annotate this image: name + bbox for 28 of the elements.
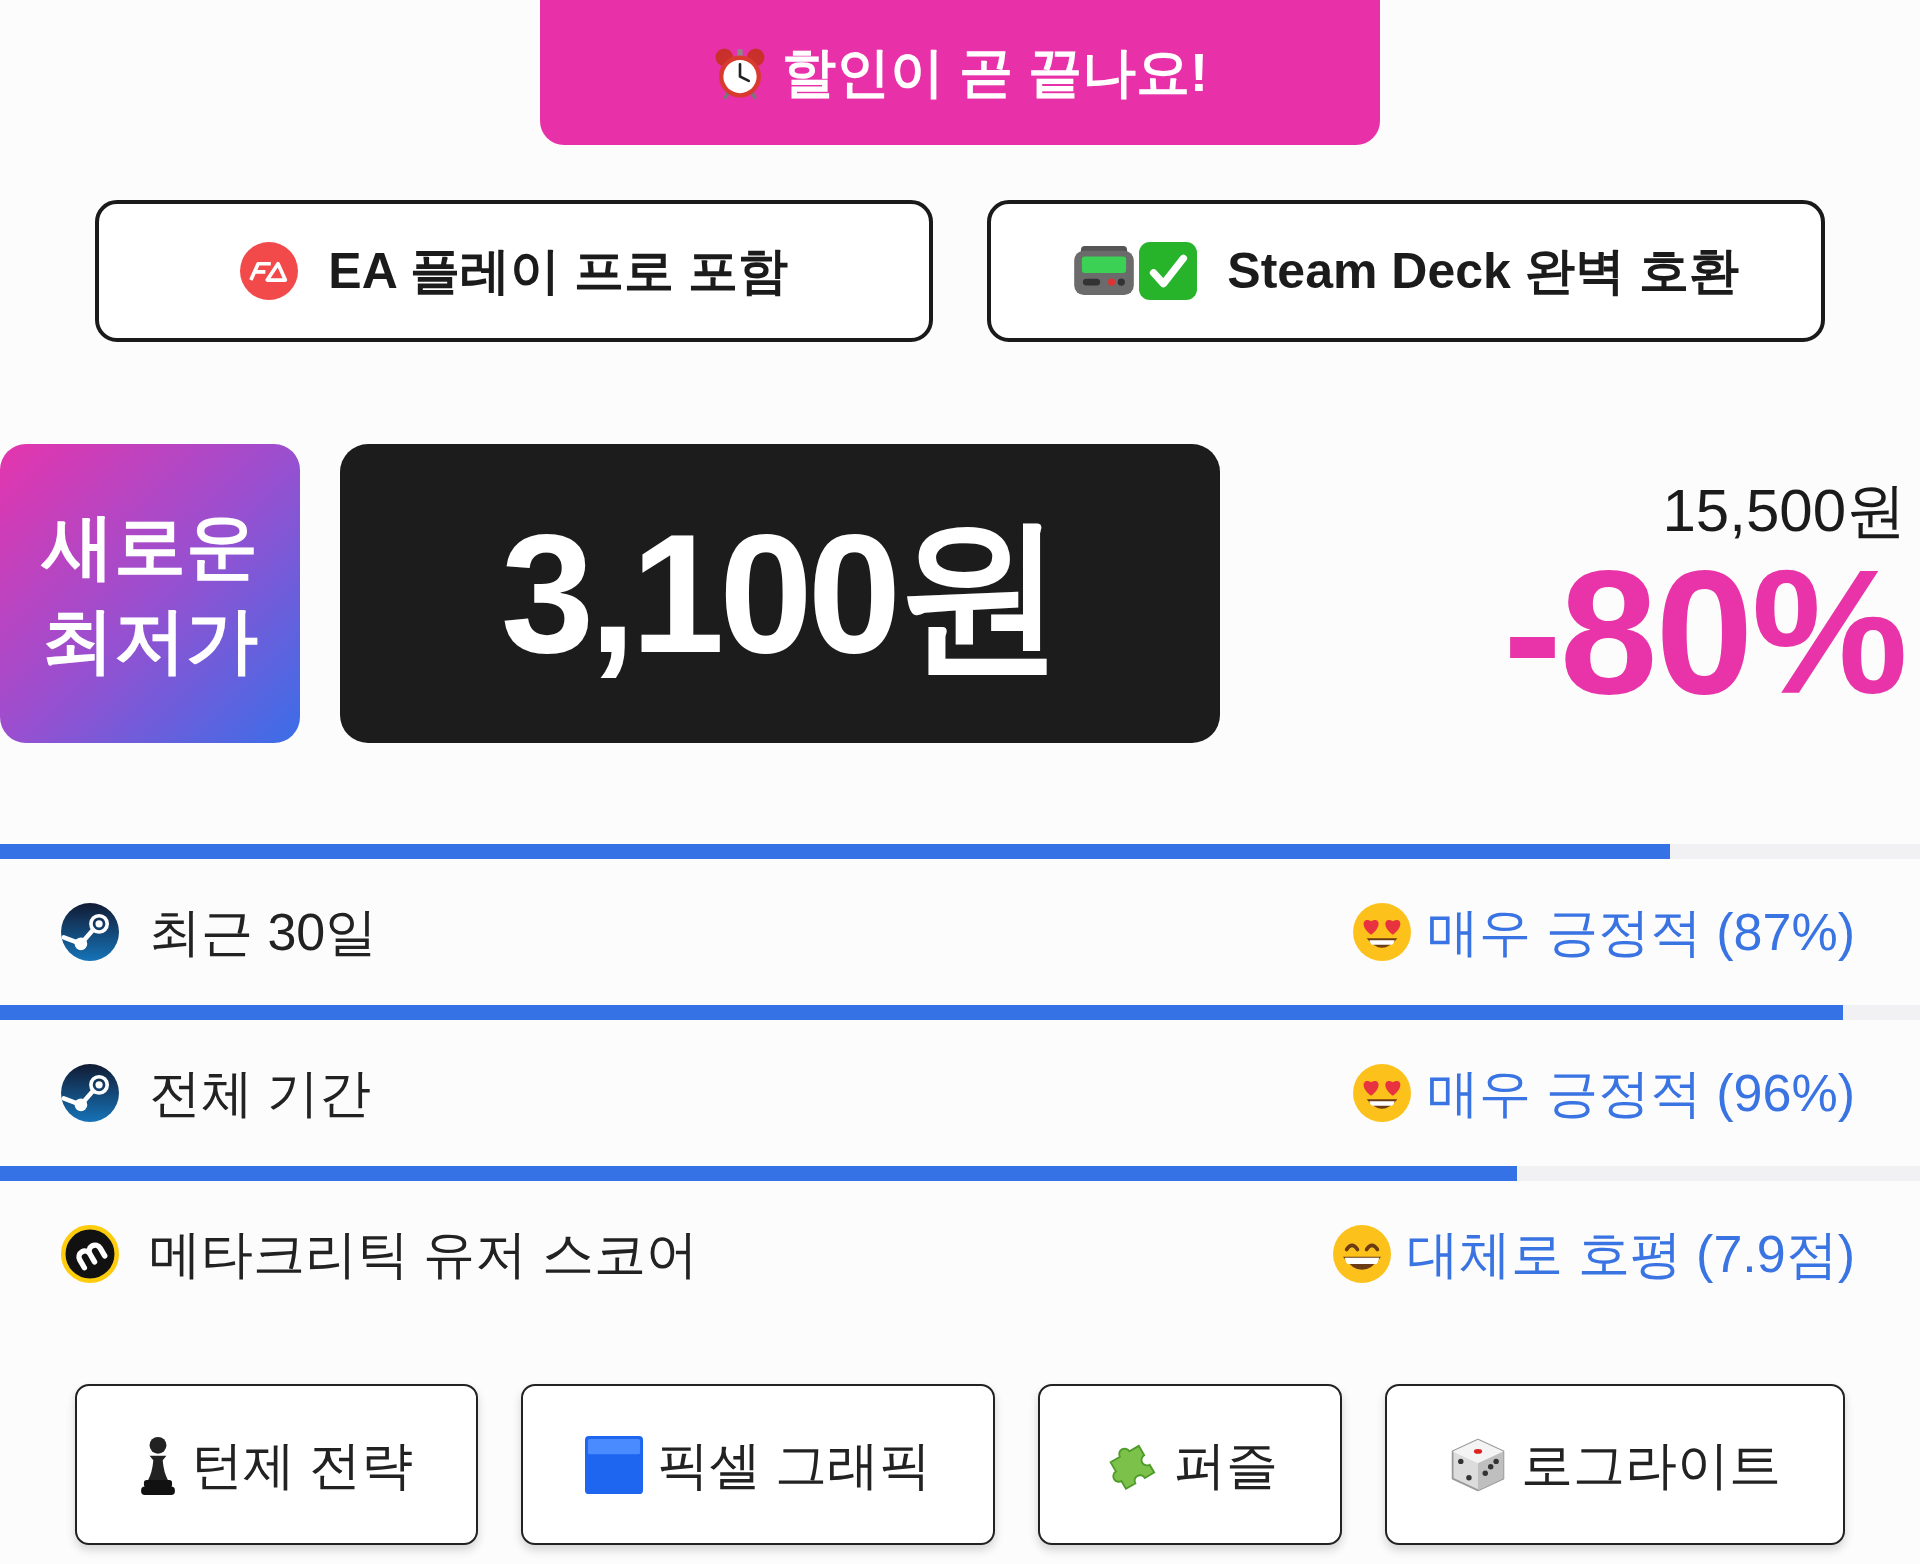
chess-pawn-icon — [139, 1434, 178, 1495]
heart-eyes-emoji-icon — [1353, 903, 1412, 961]
genre-tag[interactable]: 퍼즐 — [1037, 1384, 1342, 1545]
genre-tag[interactable]: 로그라이트 — [1384, 1384, 1845, 1545]
genre-tag[interactable]: 턴제 전략 — [75, 1384, 478, 1545]
review-source-label: 전체 기간 — [149, 1063, 372, 1124]
logo-icon — [240, 242, 299, 300]
feature-text: Steam Deck 완벽 호환 — [1227, 241, 1739, 301]
review-source-label: 메타크리틱 유저 스코어 — [149, 1224, 698, 1285]
square-icon — [584, 1435, 643, 1494]
steam-logo-icon — [61, 903, 119, 961]
discount-percent: -80% — [1503, 543, 1906, 720]
lowest-price-badge: 새로운 최저가 — [0, 444, 300, 743]
review-summary: 매우 긍정적 (87%) — [1427, 902, 1855, 963]
metacritic-logo-icon — [61, 1225, 119, 1283]
banner-text: 할인이 곧 끝나요! — [782, 41, 1208, 104]
original-price: 15,500원 — [1662, 477, 1906, 544]
heart-eyes-emoji-icon — [1353, 1064, 1412, 1122]
review-source-label: 최근 30일 — [149, 902, 378, 963]
feature-text: EA 플레이 프로 포함 — [328, 241, 788, 301]
current-price: 3,100원 — [500, 509, 1060, 678]
steam-logo-icon — [61, 1064, 119, 1122]
review-summary: 매우 긍정적 (96%) — [1427, 1063, 1855, 1124]
genre-tag[interactable]: 픽셀 그래픽 — [520, 1384, 995, 1545]
check-icon — [1139, 242, 1198, 300]
review-summary: 대체로 호평 (7.9점) — [1407, 1224, 1855, 1285]
pager-icon — [1073, 246, 1136, 296]
grinning-emoji-icon — [1333, 1225, 1392, 1283]
